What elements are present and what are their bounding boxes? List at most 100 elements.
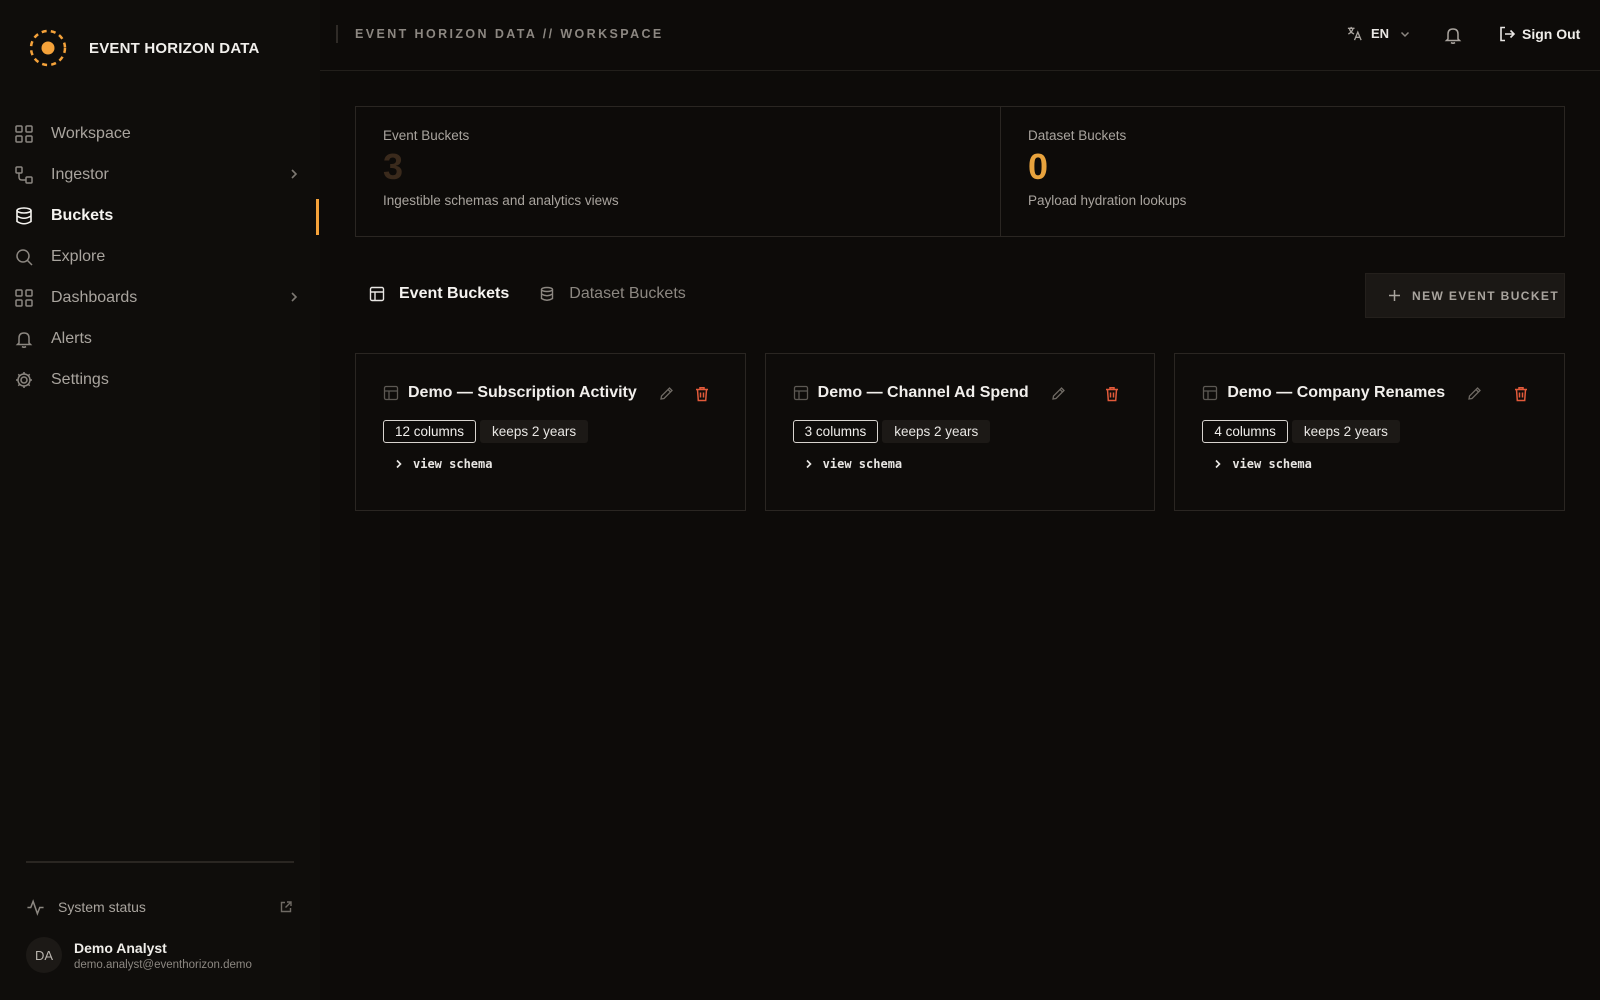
tab-label: Event Buckets xyxy=(399,285,510,302)
stat-title: Event Buckets xyxy=(383,128,470,143)
sidebar-nav: Workspace Ingestor Buckets Explore Dashb… xyxy=(0,113,320,400)
chevron-right-icon xyxy=(396,459,402,469)
sidebar-item-label: Dashboards xyxy=(51,288,138,306)
card-chips: 3 columns keeps 2 years xyxy=(792,420,1155,443)
chevron-down-icon xyxy=(1401,31,1410,37)
trash-icon[interactable] xyxy=(1513,386,1529,402)
database-icon xyxy=(541,286,554,301)
sidebar-item-workspace[interactable]: Workspace xyxy=(0,113,320,154)
breadcrumb-separator xyxy=(336,25,338,43)
trash-icon[interactable] xyxy=(1104,386,1120,402)
sidebar-item-label: Buckets xyxy=(51,206,114,224)
chevron-right-icon xyxy=(291,292,298,302)
plus-icon xyxy=(1389,290,1400,301)
view-schema-toggle[interactable]: view schema xyxy=(803,457,1155,471)
card-header: Demo — Company Renames xyxy=(1202,382,1564,404)
sidebar-item-label: Settings xyxy=(51,370,109,388)
view-schema-toggle[interactable]: view schema xyxy=(393,457,745,471)
sign-out-button[interactable]: Sign Out xyxy=(1498,25,1580,43)
view-schema-label: view schema xyxy=(1232,457,1312,471)
grid-icon xyxy=(15,124,33,143)
avatar: DA xyxy=(26,937,62,973)
notifications-bell-icon[interactable] xyxy=(1443,25,1463,45)
view-schema-toggle[interactable]: view schema xyxy=(1212,457,1564,471)
table-icon xyxy=(793,385,808,401)
bucket-card[interactable]: Demo — Subscription Activity 12 columns … xyxy=(355,353,746,511)
sidebar-item-alerts[interactable]: Alerts xyxy=(0,318,320,359)
event-horizon-logo-icon xyxy=(29,29,67,67)
bell-icon xyxy=(15,331,33,348)
table-icon xyxy=(1203,385,1218,401)
sidebar-item-label: Explore xyxy=(51,247,106,265)
user-info: Demo Analyst demo.analyst@eventhorizon.d… xyxy=(74,940,252,971)
sidebar-item-settings[interactable]: Settings xyxy=(0,359,320,400)
trash-icon[interactable] xyxy=(694,386,710,402)
stat-dataset-buckets: Dataset Buckets 0 Payload hydration look… xyxy=(1001,107,1564,236)
user-profile[interactable]: DA Demo Analyst demo.analyst@eventhorizo… xyxy=(26,937,252,973)
chevron-right-icon xyxy=(1215,459,1221,469)
topbar: EVENT HORIZON DATA // WORKSPACE EN Sign … xyxy=(320,0,1600,71)
bucket-cards: Demo — Subscription Activity 12 columns … xyxy=(355,353,1566,511)
stat-event-buckets: Event Buckets 3 Ingestible schemas and a… xyxy=(356,107,1001,236)
sidebar-item-label: Workspace xyxy=(51,124,131,142)
sidebar-item-ingestor[interactable]: Ingestor xyxy=(0,154,320,195)
log-out-icon xyxy=(1500,26,1516,42)
columns-badge: 3 columns xyxy=(792,420,879,443)
translate-icon xyxy=(1347,26,1362,41)
user-name: Demo Analyst xyxy=(74,939,167,956)
tab-label: Dataset Buckets xyxy=(569,285,686,302)
columns-badge: 4 columns xyxy=(1202,420,1288,443)
sidebar-divider xyxy=(26,861,294,863)
external-link-icon xyxy=(280,901,292,913)
active-indicator xyxy=(316,199,319,235)
database-icon xyxy=(16,206,32,225)
pencil-icon[interactable] xyxy=(1051,386,1066,401)
tab-dataset-buckets[interactable]: Dataset Buckets xyxy=(539,285,686,303)
brand-name: EVENT HORIZON DATA xyxy=(89,39,260,57)
card-chips: 4 columns keeps 2 years xyxy=(1202,420,1564,443)
stat-description: Payload hydration lookups xyxy=(1028,193,1187,208)
view-schema-label: view schema xyxy=(413,457,493,471)
sidebar-item-label: Ingestor xyxy=(51,165,109,183)
stat-description: Ingestible schemas and analytics views xyxy=(383,193,619,208)
retention-badge: keeps 2 years xyxy=(882,420,991,443)
sidebar: EVENT HORIZON DATA Workspace Ingestor Bu… xyxy=(0,0,320,1000)
search-icon xyxy=(16,248,33,266)
bucket-card[interactable]: Demo — Channel Ad Spend 3 columns keeps … xyxy=(764,353,1156,511)
card-title: Demo — Subscription Activity xyxy=(408,384,637,401)
card-header: Demo — Subscription Activity xyxy=(383,382,745,404)
chevron-right-icon xyxy=(291,169,298,179)
pencil-icon[interactable] xyxy=(1467,386,1482,401)
sidebar-item-label: Alerts xyxy=(51,329,92,347)
tab-event-buckets[interactable]: Event Buckets xyxy=(369,285,509,303)
bucket-card[interactable]: Demo — Company Renames 4 columns keeps 2… xyxy=(1174,353,1566,511)
card-title: Demo — Company Renames xyxy=(1227,384,1446,401)
stat-value: 3 xyxy=(383,146,404,187)
breadcrumb: EVENT HORIZON DATA // WORKSPACE xyxy=(355,27,664,41)
sign-out-label: Sign Out xyxy=(1522,26,1581,42)
stats-panel: Event Buckets 3 Ingestible schemas and a… xyxy=(355,106,1565,237)
new-event-bucket-label: NEW EVENT BUCKET xyxy=(1412,288,1560,303)
user-email: demo.analyst@eventhorizon.demo xyxy=(74,958,252,971)
language-label: EN xyxy=(1371,26,1390,41)
stat-value: 0 xyxy=(1028,146,1049,187)
sidebar-item-dashboards[interactable]: Dashboards xyxy=(0,277,320,318)
pencil-icon[interactable] xyxy=(659,386,674,401)
system-status-link[interactable]: System status xyxy=(26,897,294,917)
stat-title: Dataset Buckets xyxy=(1028,128,1127,143)
retention-badge: keeps 2 years xyxy=(480,420,589,443)
sidebar-item-explore[interactable]: Explore xyxy=(0,236,320,277)
table-icon xyxy=(383,385,399,401)
retention-badge: keeps 2 years xyxy=(1291,420,1400,443)
brand[interactable]: EVENT HORIZON DATA xyxy=(28,28,260,68)
card-title: Demo — Channel Ad Spend xyxy=(817,384,1029,401)
language-selector[interactable]: EN xyxy=(1346,25,1411,42)
view-schema-label: view schema xyxy=(822,457,903,471)
sidebar-item-buckets[interactable]: Buckets xyxy=(0,195,320,236)
card-chips: 12 columns keeps 2 years xyxy=(383,420,745,443)
bucket-tabs: Event Buckets Dataset Buckets xyxy=(369,285,716,303)
new-event-bucket-button[interactable]: NEW EVENT BUCKET xyxy=(1365,273,1565,318)
chevron-right-icon xyxy=(806,459,812,469)
activity-icon xyxy=(27,898,44,916)
system-status-label: System status xyxy=(58,899,146,915)
